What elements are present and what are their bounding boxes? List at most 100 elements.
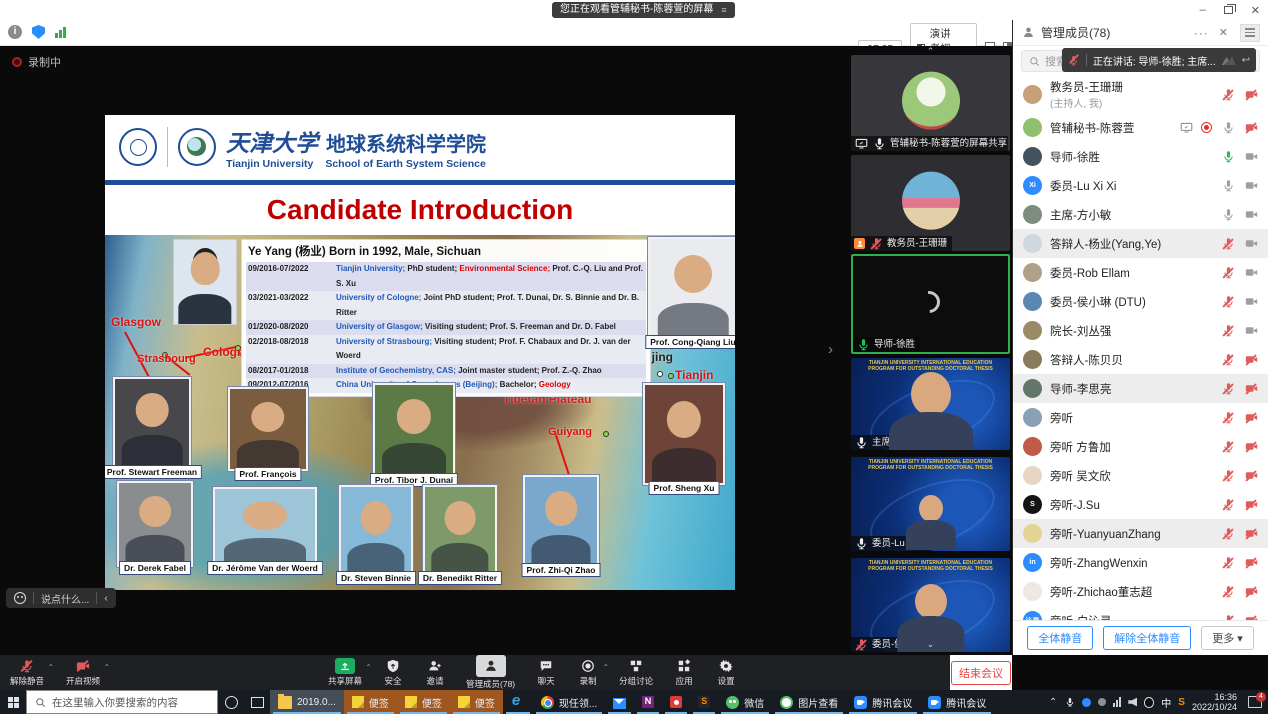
- taskbar-app[interactable]: 现任领...: [533, 690, 605, 714]
- more-thumbnails-icon[interactable]: ⌄: [927, 639, 935, 650]
- banner-menu-icon[interactable]: ≡: [721, 2, 726, 18]
- volume-icon[interactable]: [1128, 698, 1137, 707]
- participant-row[interactable]: 委员-侯小琳 (DTU): [1013, 287, 1268, 316]
- camera-status-icon[interactable]: [1244, 324, 1258, 338]
- start-button[interactable]: [0, 690, 26, 714]
- participant-row[interactable]: 主席-方小敏: [1013, 200, 1268, 229]
- mute-all-button[interactable]: 全体静音: [1027, 626, 1093, 650]
- toolbar-button[interactable]: 分组讨论 ⌃: [613, 655, 659, 690]
- camera-status-icon[interactable]: [1244, 266, 1258, 280]
- taskbar-app[interactable]: 腾讯会议: [920, 690, 994, 714]
- panel-close-button[interactable]: ✕: [1219, 26, 1228, 39]
- participant-row[interactable]: 委员-Rob Ellam: [1013, 258, 1268, 287]
- camera-status-icon[interactable]: [1244, 121, 1258, 135]
- participant-row[interactable]: 院长-刘丛强: [1013, 316, 1268, 345]
- toolbar-button[interactable]: 设置 ⌃: [709, 655, 743, 690]
- shield-icon[interactable]: [32, 25, 45, 39]
- toolbar-button[interactable]: 解除静音 ⌃: [4, 655, 50, 690]
- sogou-input-icon[interactable]: S: [1178, 697, 1185, 708]
- mic-status-icon[interactable]: [1221, 295, 1235, 309]
- video-thumbnail-speaking[interactable]: 导师-徐胜: [851, 254, 1010, 354]
- taskbar-clock[interactable]: 16:36 2022/10/24: [1192, 692, 1237, 712]
- mic-status-icon[interactable]: [1221, 556, 1235, 570]
- participant-row[interactable]: 导师-徐胜: [1013, 142, 1268, 171]
- camera-status-icon[interactable]: [1244, 498, 1258, 512]
- participant-row[interactable]: 旁听 方鲁加: [1013, 432, 1268, 461]
- camera-status-icon[interactable]: [1244, 585, 1258, 599]
- input-language-indicator[interactable]: 中: [1161, 695, 1171, 710]
- participant-row[interactable]: 答辩人-杨业(Yang,Ye): [1013, 229, 1268, 258]
- participant-row[interactable]: in 旁听-ZhangWenxin: [1013, 548, 1268, 577]
- unmute-all-button[interactable]: 解除全体静音: [1103, 626, 1191, 650]
- cortana-button[interactable]: [218, 690, 244, 714]
- taskbar-app[interactable]: 便签: [397, 690, 450, 714]
- participant-row[interactable]: 教务员-王珊珊 (主持人, 我): [1013, 76, 1268, 113]
- tray-mic-icon[interactable]: [1064, 697, 1075, 708]
- toolbar-button[interactable]: 安全 ⌃: [376, 655, 410, 690]
- task-view-button[interactable]: [244, 690, 270, 714]
- taskbar-search[interactable]: 在这里输入你要搜索的内容: [26, 690, 218, 714]
- taskbar-app[interactable]: 腾讯会议: [846, 690, 920, 714]
- toolbar-button[interactable]: 聊天 ⌃: [529, 655, 563, 690]
- mic-status-icon[interactable]: [1221, 324, 1235, 338]
- qq-icon[interactable]: [1144, 697, 1154, 708]
- participant-row[interactable]: 导师-李思亮: [1013, 374, 1268, 403]
- camera-status-icon[interactable]: [1244, 382, 1258, 396]
- network-icon[interactable]: [1113, 697, 1121, 707]
- action-center-button[interactable]: 4: [1248, 696, 1262, 708]
- more-button[interactable]: 更多 ▾: [1201, 626, 1254, 650]
- mic-status-icon[interactable]: [1221, 150, 1235, 164]
- toolbar-button[interactable]: 开启视频 ⌃: [60, 655, 106, 690]
- camera-status-icon[interactable]: [1244, 353, 1258, 367]
- camera-status-icon[interactable]: [1244, 179, 1258, 193]
- participant-row[interactable]: 旁听 吴文欣: [1013, 461, 1268, 490]
- taskbar-app[interactable]: 2019.0...: [270, 690, 344, 714]
- camera-status-icon[interactable]: [1244, 208, 1258, 222]
- participant-row[interactable]: 旁听-YuanyuanZhang: [1013, 519, 1268, 548]
- video-thumbnail-committee1[interactable]: TIANJIN UNIVERSITY INTERNATIONAL EDUCATI…: [851, 457, 1010, 551]
- taskbar-app[interactable]: [634, 690, 662, 714]
- mic-status-icon[interactable]: [1221, 353, 1235, 367]
- camera-status-icon[interactable]: [1244, 527, 1258, 541]
- toolbar-button[interactable]: 管理成员(78) ⌃: [460, 655, 521, 690]
- mic-status-icon[interactable]: [1221, 121, 1235, 135]
- camera-status-icon[interactable]: [1244, 295, 1258, 309]
- quick-chat-pill[interactable]: 说点什么... ‹: [6, 588, 116, 608]
- video-thumbnail-screen-share[interactable]: 管辅秘书-陈蓉萱的屏幕共享: [851, 55, 1010, 151]
- chat-input-placeholder[interactable]: 说点什么...: [41, 591, 89, 606]
- toolbar-button[interactable]: 共享屏幕 ⌃: [322, 655, 368, 690]
- collapse-chat-icon[interactable]: ‹: [104, 593, 107, 604]
- network-quality-icon[interactable]: [55, 26, 66, 38]
- mic-status-icon[interactable]: [1221, 498, 1235, 512]
- mic-status-icon[interactable]: [1221, 440, 1235, 454]
- participant-row[interactable]: 旁听-Zhichao董志超: [1013, 577, 1268, 606]
- mic-status-icon[interactable]: [1221, 382, 1235, 396]
- restore-button[interactable]: [1224, 6, 1233, 14]
- video-thumbnail-chair[interactable]: TIANJIN UNIVERSITY INTERNATIONAL EDUCATI…: [851, 358, 1010, 450]
- toolbar-button[interactable]: 录制 ⌃: [571, 655, 605, 690]
- tray-app-icon[interactable]: [1082, 698, 1091, 707]
- mic-status-icon[interactable]: [1221, 469, 1235, 483]
- panel-menu-icon[interactable]: [1240, 24, 1260, 42]
- video-thumbnail-committee2[interactable]: TIANJIN UNIVERSITY INTERNATIONAL EDUCATI…: [851, 558, 1010, 652]
- camera-status-icon[interactable]: [1244, 556, 1258, 570]
- camera-status-icon[interactable]: [1244, 440, 1258, 454]
- mic-status-icon[interactable]: [1221, 411, 1235, 425]
- taskbar-app[interactable]: 图片查看: [772, 690, 846, 714]
- end-meeting-button[interactable]: 结束会议: [951, 661, 1011, 685]
- mic-status-icon[interactable]: [1221, 179, 1235, 193]
- show-hidden-icons[interactable]: ⌃: [1049, 697, 1057, 708]
- info-icon[interactable]: i: [8, 25, 22, 39]
- close-button[interactable]: ✕: [1251, 4, 1260, 17]
- camera-status-icon[interactable]: [1244, 469, 1258, 483]
- toolbar-button[interactable]: 应用 ⌃: [667, 655, 701, 690]
- mic-status-icon[interactable]: [1221, 208, 1235, 222]
- mic-status-icon[interactable]: [1221, 527, 1235, 541]
- mic-status-icon[interactable]: [1221, 237, 1235, 251]
- video-thumbnail-host[interactable]: 教务员-王珊珊: [851, 155, 1010, 251]
- taskbar-app[interactable]: [605, 690, 634, 714]
- camera-status-icon[interactable]: [1244, 88, 1258, 102]
- participant-row[interactable]: S 旁听-J.Su: [1013, 490, 1268, 519]
- participant-row[interactable]: 旁听: [1013, 403, 1268, 432]
- taskbar-app[interactable]: [662, 690, 690, 714]
